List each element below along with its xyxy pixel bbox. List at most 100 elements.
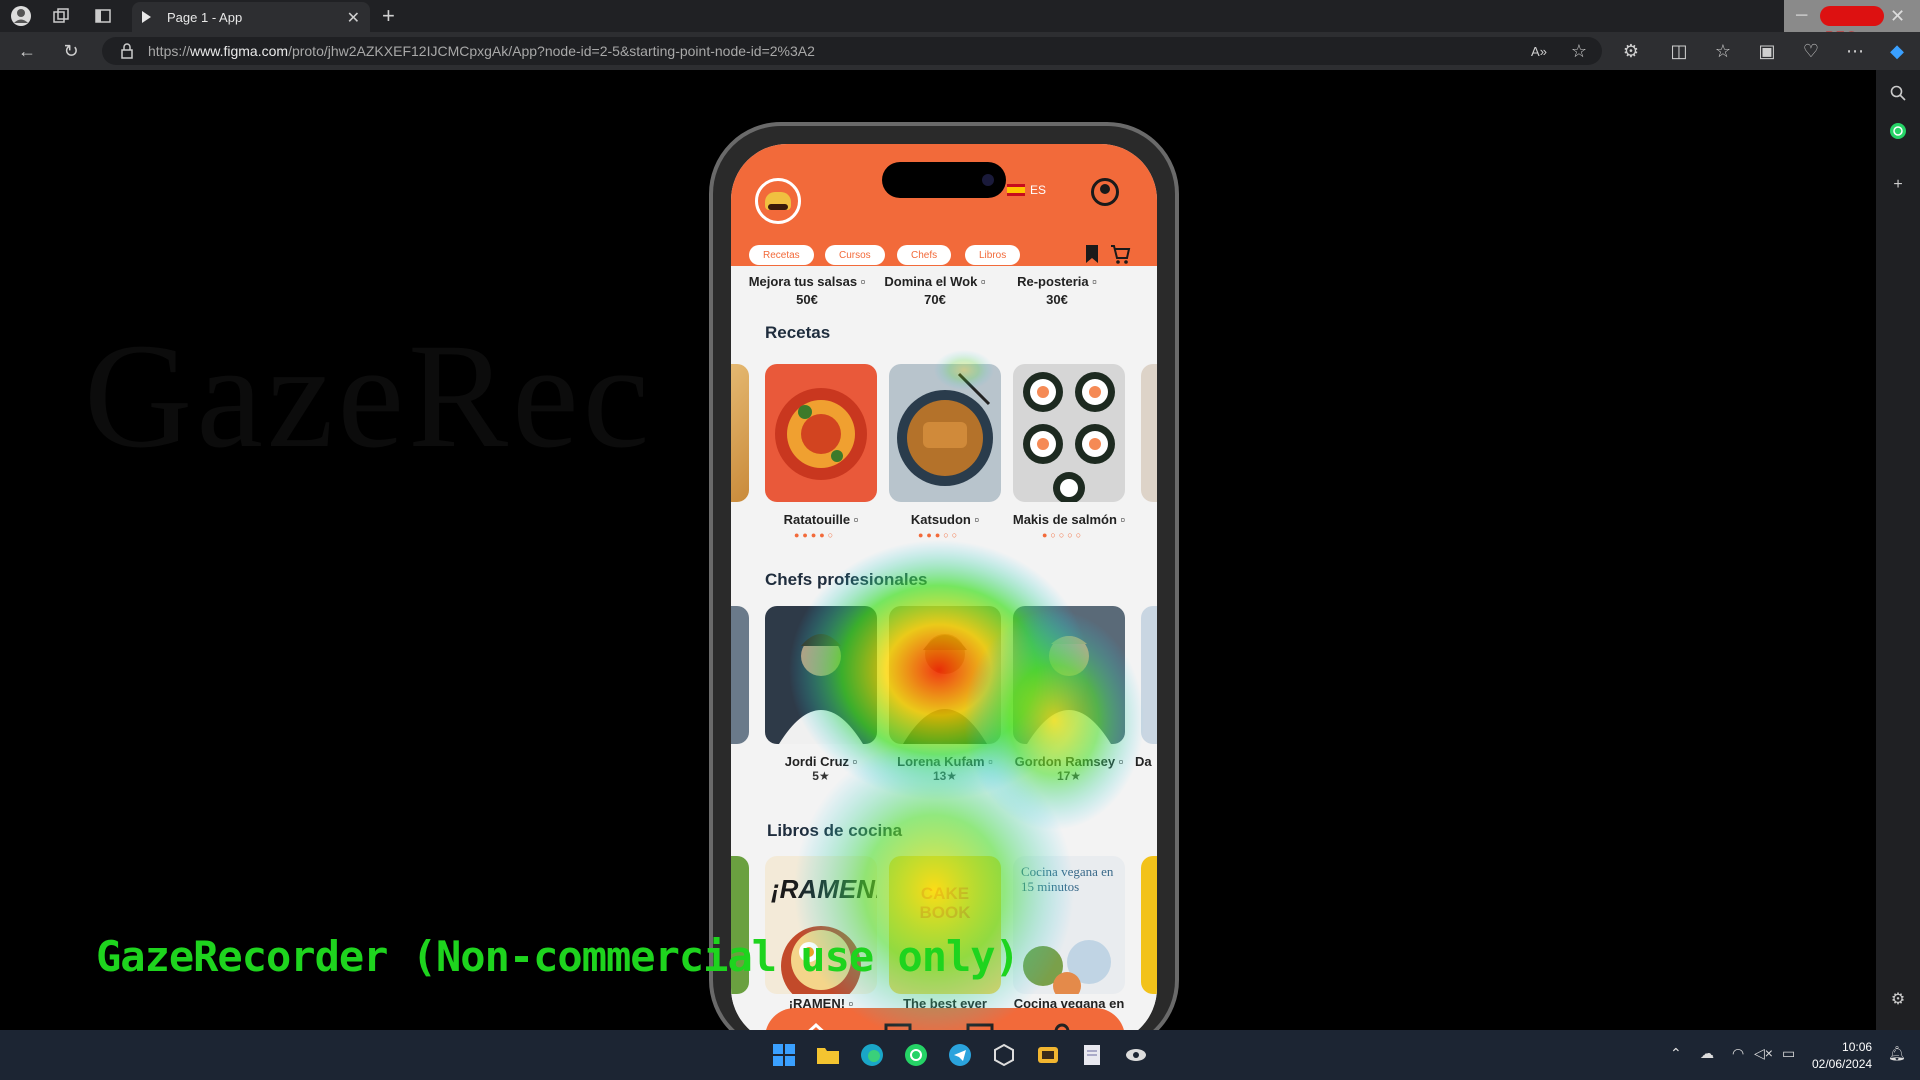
phone-screen: ES Recetas Cursos Chefs Libros Mejora tu… [731,144,1157,1030]
list-icon[interactable] [965,1022,995,1030]
more-menu-icon[interactable]: ⋯ [1844,40,1866,62]
course-item[interactable]: Domina el Wok ▫ 70€ [875,274,995,307]
chef-name: Da [1135,754,1152,769]
recipe-rating: ●●●●○ [794,530,837,540]
chef-name: Jordi Cruz ▫ [784,754,858,769]
figma-prototype-canvas: GazeRec ES Recetas Cursos Chefs Libros M… [4,70,1876,1030]
tab-actions-icon[interactable] [92,5,114,27]
recipe-rating: ●○○○○ [1042,530,1085,540]
gallery-icon[interactable] [883,1022,913,1030]
spain-flag-icon [1007,184,1025,196]
language-code: ES [1030,183,1047,197]
read-aloud-icon[interactable]: A» [1528,40,1550,62]
figma-play-icon [142,11,151,23]
recipe-card-makis[interactable] [1013,364,1125,502]
chef-stars: 5★ [812,769,830,783]
recipe-card-ratatouille[interactable] [765,364,877,502]
file-explorer-icon[interactable] [814,1041,842,1069]
course-price: 50€ [796,292,818,307]
edge-browser-icon[interactable] [858,1041,886,1069]
recipe-card-katsudon[interactable] [889,364,1001,502]
lock-icon[interactable] [116,40,138,62]
book-cover-title: CAKE BOOK [919,884,971,922]
search-icon[interactable] [1887,82,1909,104]
phone-frame: ES Recetas Cursos Chefs Libros Mejora tu… [709,122,1179,1030]
close-window-button[interactable]: ✕ [1890,0,1905,32]
chef-stars: 13★ [932,769,958,783]
browser-essentials-icon[interactable]: ♡ [1800,40,1822,62]
battery-icon[interactable]: ▭ [1782,1045,1795,1062]
book-card-partial[interactable] [1141,856,1157,994]
windows-start-icon[interactable] [770,1041,798,1069]
clock-time: 10:06 [1842,1040,1873,1054]
home-icon[interactable] [801,1022,831,1030]
notifications-icon[interactable]: 🔔︎ [1888,1045,1906,1062]
chef-card-partial[interactable] [1141,606,1157,744]
section-title-chefs: Chefs profesionales [765,570,928,589]
recipe-name: Katsudon ▫ [910,512,980,527]
telegram-icon[interactable] [946,1041,974,1069]
address-bar[interactable]: https://www.figma.com/proto/jhw2AZKXEF12… [102,37,1602,65]
chef-card-lorena-kufam[interactable] [889,606,1001,744]
recipe-card-partial[interactable] [731,364,749,502]
chef-card-gordon-ramsey[interactable] [1013,606,1125,744]
chef-stars: 17★ [1056,769,1082,783]
course-item[interactable]: Re-posteria ▫ 30€ [997,274,1117,307]
gazerecorder-watermark: GazeRecorder (Non-commercial use only) [96,932,1020,981]
collections-icon[interactable]: ▣ [1756,40,1778,62]
whatsapp-taskbar-icon[interactable] [902,1041,930,1069]
cart-icon[interactable] [1109,243,1131,265]
chef-card-partial[interactable] [731,606,749,744]
package-app-icon[interactable] [990,1041,1018,1069]
whatsapp-icon[interactable] [1887,120,1909,142]
split-screen-icon[interactable]: ◫ [1668,40,1690,62]
chef-name: Lorena Kufam ▫ [897,754,993,769]
extensions-icon[interactable]: ⚙ [1620,40,1642,62]
figma-app-icon[interactable] [1034,1041,1062,1069]
recipe-card-partial[interactable] [1141,364,1157,502]
system-clock[interactable]: 10:06 02/06/2024 [1812,1039,1872,1073]
notepad-icon[interactable] [1078,1041,1106,1069]
browser-toolbar: ← ↻ https://www.figma.com/proto/jhw2AZKX… [0,32,1920,70]
book-cover-title: Cocina vegana en 15 minutos [1021,864,1114,894]
pill-cursos[interactable]: Cursos [825,245,885,265]
back-arrow-icon[interactable]: ← [16,40,38,62]
new-tab-button[interactable]: + [382,3,395,29]
favorites-icon[interactable]: ☆ [1712,40,1734,62]
pill-recetas[interactable]: Recetas [749,245,814,265]
close-tab-icon[interactable]: ✕ [347,8,360,28]
chef-card-jordi-cruz[interactable] [765,606,877,744]
onedrive-icon[interactable]: ☁ [1700,1045,1714,1062]
recipe-name: Makis de salmón ▫ [1012,512,1126,527]
profile-avatar-icon[interactable] [10,5,32,27]
section-title-libros: Libros de cocina [767,821,903,840]
add-sidebar-app-icon[interactable]: + [1887,174,1909,196]
volume-muted-icon[interactable]: ◁× [1754,1045,1773,1062]
gazerecorder-icon[interactable] [1122,1041,1150,1069]
sidebar-settings-icon[interactable]: ⚙ [1887,988,1909,1010]
reload-icon[interactable]: ↻ [60,40,82,62]
copilot-icon[interactable]: ◆ [1886,40,1908,62]
language-selector[interactable]: ES [1007,183,1046,197]
pill-libros[interactable]: Libros [965,245,1021,265]
tab-title: Page 1 - App [167,9,243,25]
wifi-icon[interactable]: ◠ [1732,1045,1744,1062]
ghost-watermark: GazeRec [84,313,654,479]
dynamic-island [882,162,1006,198]
app-content: Mejora tus salsas ▫ 50€ Domina el Wok ▫ … [731,266,1157,1030]
pill-chefs[interactable]: Chefs [897,245,952,265]
browser-title-bar: Page 1 - App ✕ + REC ─ ✕ [0,0,1920,44]
bookmark-icon[interactable] [1081,243,1103,265]
profile-nav-icon[interactable] [1047,1022,1077,1030]
section-title-recetas: Recetas [765,323,831,342]
minimize-button[interactable]: ─ [1796,0,1807,32]
app-logo[interactable] [755,178,801,224]
workspaces-icon[interactable] [50,5,72,27]
show-hidden-icons[interactable]: ⌃ [1670,1045,1682,1062]
book-card-cocina-vegana[interactable]: Cocina vegana en 15 minutos [1013,856,1125,994]
tab-page-1-app[interactable]: Page 1 - App ✕ [132,2,370,32]
url-text[interactable]: https://www.figma.com/proto/jhw2AZKXEF12… [148,43,815,59]
favorite-star-icon[interactable]: ☆ [1568,40,1590,62]
user-profile-icon[interactable] [1091,178,1119,206]
course-item[interactable]: Mejora tus salsas ▫ 50€ [747,274,867,307]
